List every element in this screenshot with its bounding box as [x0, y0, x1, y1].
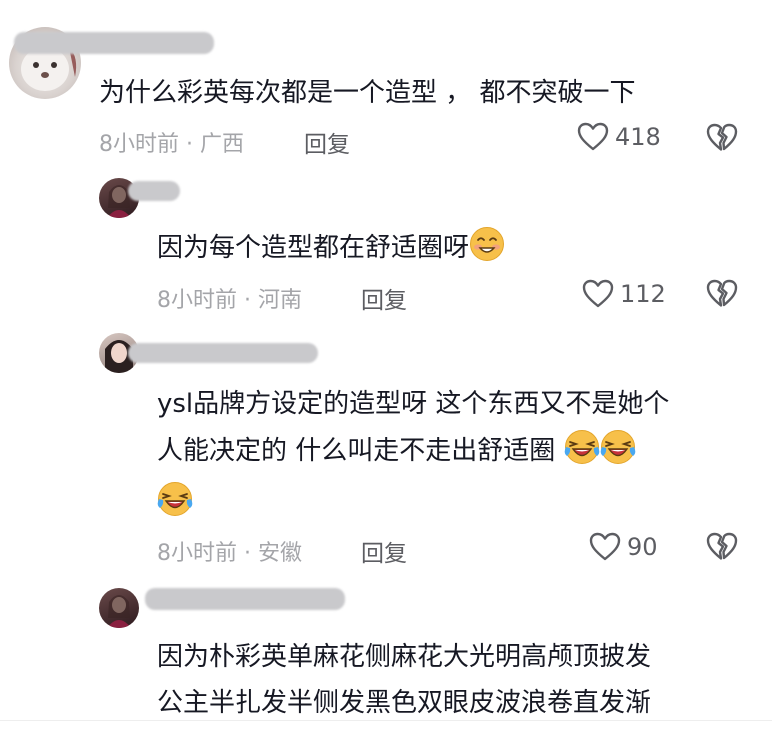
comment-text-line-3 [157, 481, 193, 517]
like-button[interactable]: 90 [589, 531, 658, 563]
broken-heart-icon [706, 122, 738, 154]
heart-outline-icon [582, 278, 614, 310]
avatar-image [107, 595, 131, 628]
comment-1: 为什么彩英每次都是一个造型 ， 都不突破一下 8小时前 · 广西 回复 418 [0, 0, 772, 170]
comment-text-line-2: 人能决定的 什么叫走不走出舒适圈 [157, 429, 636, 472]
heart-outline-icon [577, 121, 609, 153]
dislike-button[interactable] [706, 122, 738, 158]
broken-heart-icon [706, 531, 738, 563]
comment-text-line-2: 公主半扎发半侧发黑色双眼皮波浪卷直发渐 [157, 688, 652, 718]
username-redacted [145, 588, 345, 610]
location: · 安徽 [244, 541, 302, 566]
avatar[interactable] [99, 588, 139, 628]
comment-text-line-1: 因为朴彩英单麻花侧麻花大光明高颅顶披发 [157, 642, 652, 672]
divider [0, 720, 772, 721]
reply-button[interactable]: 回复 [304, 125, 350, 159]
username-redacted [128, 343, 318, 363]
comment-text-content: 人能决定的 什么叫走不走出舒适圈 [157, 436, 556, 466]
comment-meta: 8小时前 · 河南 [157, 282, 302, 314]
like-count: 112 [620, 280, 666, 308]
location: · 河南 [244, 288, 302, 313]
comment-text-line-1: ysl品牌方设定的造型呀 这个东西又不是她个 [157, 389, 670, 419]
blushing-smile-emoji [469, 226, 505, 262]
heart-outline-icon [589, 531, 621, 563]
comment-text-content: 因为每个造型都在舒适圈呀 [157, 233, 470, 263]
comment-meta: 8小时前 · 广西 [99, 126, 244, 158]
location: · 广西 [186, 132, 244, 157]
like-button[interactable]: 418 [577, 121, 661, 153]
dislike-button[interactable] [706, 278, 738, 314]
reply-comment-3: 因为朴彩英单麻花侧麻花大光明高颅顶披发 公主半扎发半侧发黑色双眼皮波浪卷直发渐 [0, 580, 772, 730]
timestamp: 8小时前 [157, 541, 237, 566]
broken-heart-icon [706, 278, 738, 310]
like-button[interactable]: 112 [582, 278, 666, 310]
username-redacted [14, 32, 214, 54]
reply-comment-2: ysl品牌方设定的造型呀 这个东西又不是她个 人能决定的 什么叫走不走出舒适圈 … [0, 325, 772, 575]
dislike-button[interactable] [706, 531, 738, 567]
like-count: 418 [615, 123, 661, 151]
laughing-crying-emoji [600, 429, 636, 465]
timestamp: 8小时前 [157, 288, 237, 313]
comment-meta: 8小时前 · 安徽 [157, 535, 302, 567]
comment-text: 为什么彩英每次都是一个造型 ， 都不突破一下 [99, 78, 636, 108]
laughing-crying-emoji [157, 481, 193, 517]
reply-comment-1: 因为每个造型都在舒适圈呀 8小时前 · 河南 回复 112 [0, 170, 772, 320]
like-count: 90 [627, 533, 658, 561]
reply-button[interactable]: 回复 [361, 534, 407, 568]
reply-button[interactable]: 回复 [361, 281, 407, 315]
comment-text: 因为每个造型都在舒适圈呀 [157, 226, 505, 269]
timestamp: 8小时前 [99, 132, 179, 157]
username-redacted [128, 181, 180, 201]
laughing-crying-emoji [564, 429, 600, 465]
